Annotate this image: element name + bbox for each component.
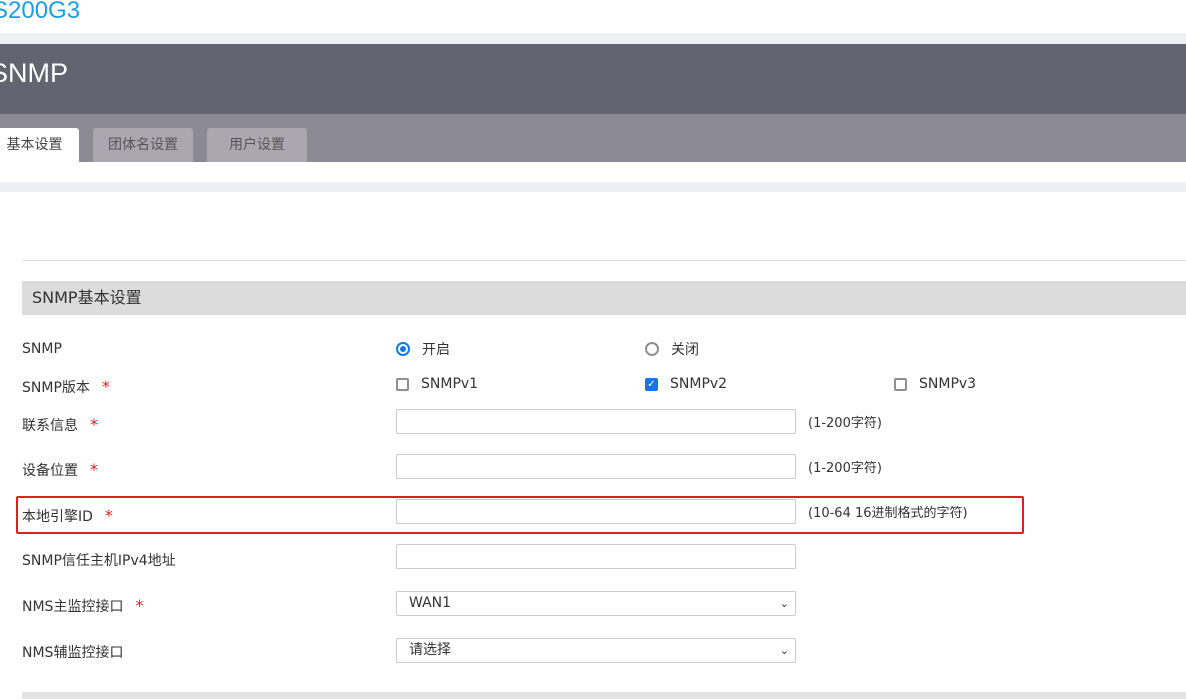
page-header: SNMP bbox=[0, 44, 1186, 114]
radio-checked-icon bbox=[396, 342, 410, 356]
contact-input[interactable] bbox=[396, 409, 796, 434]
option-label: SNMPv1 bbox=[421, 376, 479, 392]
location-label: 设备位置 * bbox=[22, 460, 98, 480]
divider bbox=[22, 260, 1186, 261]
nms-primary-label: NMS主监控接口 * bbox=[22, 596, 143, 616]
chevron-down-icon: ⌄ bbox=[779, 597, 789, 610]
nms-secondary-select[interactable]: 请选择 ⌄ bbox=[396, 638, 796, 663]
divider bbox=[0, 182, 1186, 192]
contact-label: 联系信息 * bbox=[22, 415, 98, 435]
engine-id-input[interactable] bbox=[396, 499, 796, 524]
tab-bar: 基本设置 团体名设置 用户设置 bbox=[0, 114, 1186, 162]
next-section-header bbox=[22, 692, 1186, 699]
option-label: 开启 bbox=[422, 342, 450, 358]
tab-basic-settings[interactable]: 基本设置 bbox=[0, 128, 79, 162]
engine-id-hint: (10-64 16进制格式的字符) bbox=[808, 506, 968, 521]
radio-unchecked-icon bbox=[645, 342, 659, 356]
option-label: SNMPv2 bbox=[670, 376, 728, 392]
select-value: WAN1 bbox=[409, 595, 452, 611]
location-hint: (1-200字符) bbox=[808, 461, 882, 476]
required-mark: * bbox=[104, 506, 113, 525]
required-mark: * bbox=[101, 377, 110, 396]
app-title: S200G3 bbox=[0, 0, 81, 24]
page-title: SNMP bbox=[0, 58, 69, 88]
snmpv3-checkbox[interactable]: SNMPv3 bbox=[894, 376, 976, 392]
trusted-host-label: SNMP信任主机IPv4地址 bbox=[22, 553, 176, 569]
nms-secondary-label: NMS辅监控接口 bbox=[22, 645, 124, 661]
chevron-down-icon: ⌄ bbox=[779, 644, 789, 657]
tab-community-settings[interactable]: 团体名设置 bbox=[93, 128, 193, 162]
label-text: 设备位置 bbox=[22, 463, 78, 479]
location-input[interactable] bbox=[396, 454, 796, 479]
contact-hint: (1-200字符) bbox=[808, 416, 882, 431]
engine-id-label: 本地引擎ID * bbox=[22, 506, 113, 526]
trusted-host-input[interactable] bbox=[396, 544, 796, 569]
required-mark: * bbox=[90, 460, 98, 479]
checkmark-icon: ✓ bbox=[645, 377, 658, 391]
snmpv1-checkbox[interactable]: SNMPv1 bbox=[396, 376, 478, 392]
label-text: NMS主监控接口 bbox=[22, 599, 124, 615]
version-label: SNMP版本 * bbox=[22, 377, 110, 397]
snmp-on-radio[interactable]: 开启 bbox=[396, 339, 450, 359]
nms-primary-select[interactable]: WAN1 ⌄ bbox=[396, 591, 796, 616]
tab-user-settings[interactable]: 用户设置 bbox=[207, 128, 307, 162]
checkbox-icon bbox=[396, 377, 409, 391]
snmp-label: SNMP bbox=[22, 341, 62, 357]
snmp-off-radio[interactable]: 关闭 bbox=[645, 339, 699, 359]
required-mark: * bbox=[135, 596, 144, 615]
snmpv2-checkbox[interactable]: ✓ SNMPv2 bbox=[645, 376, 727, 392]
option-label: 关闭 bbox=[671, 342, 699, 358]
label-text: SNMP版本 bbox=[22, 380, 90, 396]
divider bbox=[0, 33, 1186, 44]
select-value: 请选择 bbox=[409, 642, 451, 658]
section-title: SNMP基本设置 bbox=[22, 281, 1186, 315]
label-text: 联系信息 bbox=[22, 418, 78, 434]
required-mark: * bbox=[90, 415, 98, 434]
checkbox-icon bbox=[894, 377, 907, 391]
label-text: 本地引擎ID bbox=[22, 509, 93, 525]
option-label: SNMPv3 bbox=[919, 376, 977, 392]
